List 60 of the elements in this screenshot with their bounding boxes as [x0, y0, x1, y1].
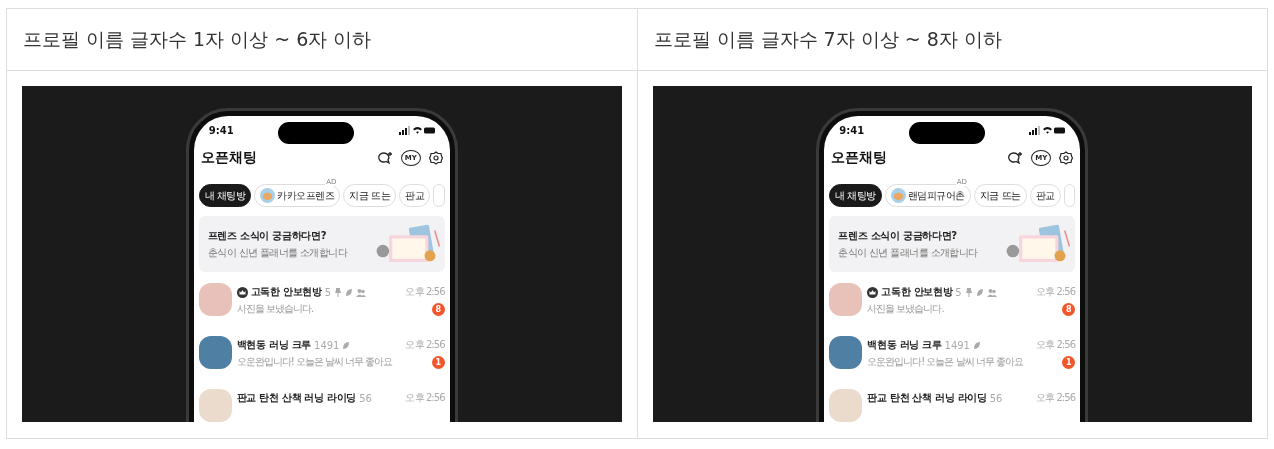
- chat-room-name: 백현동 러닝 크루: [236, 338, 311, 352]
- chat-room-row[interactable]: 판교 탄천 산책 러닝 라이딩 56 오후 2:56: [829, 389, 1076, 422]
- filter-chip[interactable]: 카카오프렌즈: [254, 184, 341, 207]
- unread-count: 8: [1062, 303, 1076, 316]
- member-count: 5: [324, 286, 332, 298]
- message-preview: 사진을 보냈습니다.: [236, 302, 314, 316]
- message-time: 오후 2:56: [405, 338, 445, 352]
- column-heading: 프로필 이름 글자수 1자 이상 ~ 6자 이하: [23, 26, 372, 52]
- chat-room-name: 백현동 러닝 크루: [867, 338, 942, 352]
- member-count: 1491: [314, 339, 340, 351]
- filter-chip[interactable]: 내 채팅방: [198, 184, 252, 207]
- chat-room-row[interactable]: 백현동 러닝 크루 1491 오운완입니다! 오늘은 날씨 너무 좋아요 오후 2:56 1: [829, 336, 1076, 378]
- chat-room-row[interactable]: 고독한 안보현방 5 사진을 보냈습니다. 오후 2:56 8: [829, 283, 1076, 325]
- filter-chip[interactable]: 지금 뜨는: [973, 184, 1027, 207]
- status-icons: [1029, 125, 1066, 135]
- new-chat-icon[interactable]: [376, 151, 393, 165]
- new-chat-icon[interactable]: [1007, 151, 1024, 165]
- chat-room-name: 고독한 안보현방: [250, 285, 322, 299]
- character-icon: [260, 188, 276, 203]
- message-time: 오후 2:56: [405, 391, 445, 405]
- status-icons: [398, 125, 435, 135]
- app-title: 오픈채팅: [200, 149, 257, 167]
- message-preview: 오운완입니다! 오늘은 날씨 너무 좋아요: [236, 355, 393, 369]
- chat-room-row[interactable]: 판교 탄천 산책 러닝 라이딩 56 오후 2:56: [198, 389, 445, 422]
- chat-room-name: 판교 탄천 산책 러닝 라이딩: [236, 391, 357, 405]
- chat-room-row[interactable]: 백현동 러닝 크루 1491 오운완입니다! 오늘은 날씨 너무 좋아요 오후 2:56 1: [198, 336, 445, 378]
- settings-icon[interactable]: [428, 151, 443, 165]
- banner-title: 프렌즈 소식이 궁금하다면?: [838, 228, 958, 243]
- character-icon: [890, 188, 906, 203]
- message-time: 오후 2:56: [1035, 285, 1076, 299]
- message-time: 오후 2:56: [1035, 338, 1076, 352]
- filter-chip[interactable]: 지금 뜨는: [343, 184, 397, 207]
- chat-room-name: 고독한 안보현방: [881, 285, 953, 299]
- status-time: 9:41: [208, 124, 234, 136]
- message-time: 오후 2:56: [1035, 391, 1076, 405]
- member-count: 5: [955, 286, 962, 298]
- promo-banner[interactable]: 프렌즈 소식이 궁금하다면? 춘식이 신년 플래너를 소개합니다: [829, 216, 1076, 272]
- column-heading: 프로필 이름 글자수 7자 이상 ~ 8자 이하: [653, 26, 1002, 52]
- banner-subtitle: 춘식이 신년 플래너를 소개합니다: [838, 245, 978, 260]
- unread-count: 1: [431, 356, 445, 369]
- chat-room-name: 판교 탄천 산책 러닝 라이딩: [867, 391, 987, 405]
- filter-chip[interactable]: 내 채팅방: [829, 184, 882, 207]
- member-count: 1491: [944, 339, 970, 351]
- member-count: 56: [359, 392, 372, 404]
- member-count: 56: [989, 392, 1003, 404]
- message-preview: 오운완입니다! 오늘은 날씨 너무 좋아요: [867, 355, 1023, 369]
- filter-chip[interactable]: 판교: [399, 184, 431, 207]
- filter-chip[interactable]: 판교: [1029, 184, 1061, 207]
- filter-chip[interactable]: 랜덤피규어촌: [884, 184, 971, 207]
- banner-title: 프렌즈 소식이 궁금하다면?: [207, 228, 328, 243]
- app-title: 오픈채팅: [831, 149, 888, 167]
- settings-icon[interactable]: [1059, 151, 1074, 165]
- banner-subtitle: 춘식이 신년 플래너를 소개합니다: [207, 245, 348, 260]
- promo-banner[interactable]: 프렌즈 소식이 궁금하다면? 춘식이 신년 플래너를 소개합니다: [198, 216, 445, 272]
- unread-count: 8: [431, 303, 445, 316]
- unread-count: 1: [1062, 356, 1076, 369]
- status-time: 9:41: [839, 124, 865, 136]
- message-preview: 사진을 보냈습니다.: [867, 302, 944, 316]
- chat-room-row[interactable]: 고독한 안보현방 5 사진을 보냈습니다. 오후 2:56 8: [198, 283, 445, 325]
- message-time: 오후 2:56: [405, 285, 445, 299]
